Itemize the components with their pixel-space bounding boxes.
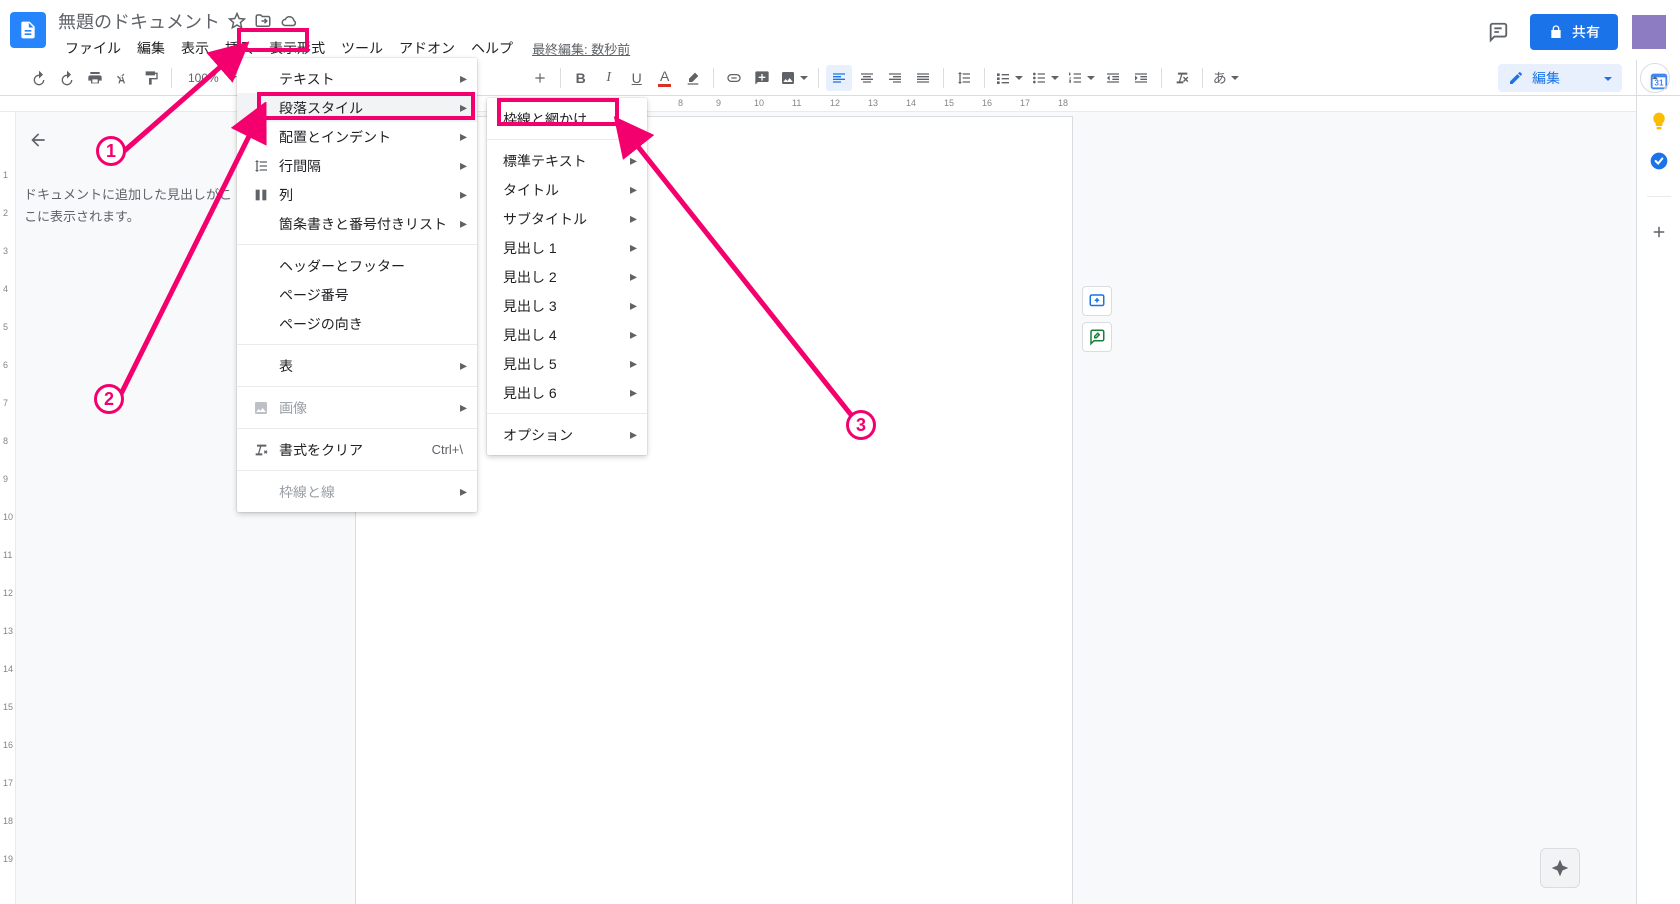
- toolbar-separator: [560, 68, 561, 88]
- share-button[interactable]: 共有: [1530, 14, 1618, 50]
- format-align-indent-item[interactable]: 配置とインデント▸: [237, 122, 477, 151]
- format-columns-item[interactable]: 列▸: [237, 180, 477, 209]
- menubar: ファイル 編集 表示 挿入 表示形式 ツール アドオン ヘルプ 最終編集: 数秒…: [58, 36, 1480, 60]
- heading-4-item[interactable]: 見出し 4▸: [487, 320, 647, 349]
- open-comments-button[interactable]: [1480, 14, 1516, 50]
- titlebar: 無題のドキュメント ファイル 編集 表示 挿入 表示形式 ツール アドオン ヘル…: [0, 0, 1680, 60]
- mode-label: 編集: [1532, 68, 1560, 88]
- account-avatar[interactable]: [1632, 15, 1666, 49]
- highlight-color-button[interactable]: [680, 65, 706, 91]
- borders-shading-item[interactable]: 枠線と網かけ: [487, 104, 647, 133]
- document-outline: ドキュメントに追加した見出しがここに表示されます。: [24, 126, 234, 228]
- toolbar-separator: [1161, 68, 1162, 88]
- redo-button[interactable]: [54, 65, 80, 91]
- options-item[interactable]: オプション▸: [487, 420, 647, 449]
- normal-text-item[interactable]: 標準テキスト▸: [487, 146, 647, 175]
- rail-separator: [1647, 196, 1671, 197]
- decrease-indent-button[interactable]: [1100, 65, 1126, 91]
- format-table-item[interactable]: 表▸: [237, 351, 477, 380]
- vertical-ruler[interactable]: 12345678910111213141516171819: [0, 112, 16, 904]
- align-justify-button[interactable]: [910, 65, 936, 91]
- menu-view[interactable]: 表示: [174, 35, 216, 61]
- heading-5-item[interactable]: 見出し 5▸: [487, 349, 647, 378]
- share-button-label: 共有: [1572, 22, 1600, 42]
- text-color-button[interactable]: A: [652, 65, 678, 91]
- outline-placeholder-text: ドキュメントに追加した見出しがここに表示されます。: [24, 184, 234, 228]
- docs-app-icon[interactable]: [10, 12, 46, 48]
- heading-1-item[interactable]: 見出し 1▸: [487, 233, 647, 262]
- format-paragraph-styles-item[interactable]: 段落スタイル▸: [237, 93, 477, 122]
- toolbar-separator: [943, 68, 944, 88]
- heading-3-item[interactable]: 見出し 3▸: [487, 291, 647, 320]
- spellcheck-button[interactable]: [110, 65, 136, 91]
- format-page-numbers-item[interactable]: ページ番号: [237, 280, 477, 309]
- line-spacing-button[interactable]: [951, 65, 977, 91]
- side-panel: 31: [1636, 60, 1680, 904]
- cloud-status-icon[interactable]: [280, 12, 298, 30]
- paint-format-button[interactable]: [138, 65, 164, 91]
- toolbar-separator: [984, 68, 985, 88]
- paragraph-styles-submenu: 枠線と網かけ 標準テキスト▸ タイトル▸ サブタイトル▸ 見出し 1▸ 見出し …: [487, 98, 647, 455]
- format-bullets-item[interactable]: 箇条書きと番号付きリスト▸: [237, 209, 477, 238]
- last-edit-link[interactable]: 最終編集: 数秒前: [532, 39, 630, 58]
- align-left-button[interactable]: [826, 65, 852, 91]
- checklist-button[interactable]: [992, 65, 1026, 91]
- numbered-list-button[interactable]: [1064, 65, 1098, 91]
- font-size-increase-button[interactable]: [527, 65, 553, 91]
- explore-button[interactable]: [1540, 848, 1580, 888]
- toolbar-separator: [818, 68, 819, 88]
- undo-button[interactable]: [26, 65, 52, 91]
- increase-indent-button[interactable]: [1128, 65, 1154, 91]
- title-item[interactable]: タイトル▸: [487, 175, 647, 204]
- clear-formatting-button[interactable]: [1169, 65, 1195, 91]
- move-folder-icon[interactable]: [254, 12, 272, 30]
- tasks-icon[interactable]: [1648, 150, 1670, 172]
- print-button[interactable]: [82, 65, 108, 91]
- toolbar-separator: [713, 68, 714, 88]
- format-borders-lines-item: 枠線と線▸: [237, 477, 477, 506]
- bulleted-list-button[interactable]: [1028, 65, 1062, 91]
- toolbar-separator: [1202, 68, 1203, 88]
- italic-button[interactable]: I: [596, 65, 622, 91]
- format-menu-dropdown: テキスト▸ 段落スタイル▸ 配置とインデント▸ 行間隔▸ 列▸ 箇条書きと番号付…: [237, 58, 477, 512]
- toolbar-separator: [171, 68, 172, 88]
- insert-comment-button[interactable]: [749, 65, 775, 91]
- subtitle-item[interactable]: サブタイトル▸: [487, 204, 647, 233]
- menu-file[interactable]: ファイル: [58, 35, 128, 61]
- add-addon-icon[interactable]: [1648, 221, 1670, 243]
- collapse-toolbar-button[interactable]: [1640, 63, 1670, 93]
- format-line-spacing-item[interactable]: 行間隔▸: [237, 151, 477, 180]
- heading-6-item[interactable]: 見出し 6▸: [487, 378, 647, 407]
- mode-switcher[interactable]: 編集: [1498, 64, 1622, 92]
- format-page-orientation-item[interactable]: ページの向き: [237, 309, 477, 338]
- format-clear-item[interactable]: 書式をクリアCtrl+\: [237, 435, 477, 464]
- suggest-edits-side-button[interactable]: [1082, 322, 1112, 352]
- underline-button[interactable]: U: [624, 65, 650, 91]
- keep-icon[interactable]: [1648, 110, 1670, 132]
- document-title[interactable]: 無題のドキュメント: [58, 8, 220, 34]
- add-comment-side-button[interactable]: [1082, 286, 1112, 316]
- zoom-dropdown[interactable]: 100%: [179, 65, 240, 91]
- insert-image-button[interactable]: [777, 65, 811, 91]
- format-text-item[interactable]: テキスト▸: [237, 64, 477, 93]
- format-image-item: 画像▸: [237, 393, 477, 422]
- input-tools-button[interactable]: あ: [1210, 65, 1242, 91]
- star-icon[interactable]: [228, 12, 246, 30]
- format-headers-footers-item[interactable]: ヘッダーとフッター: [237, 251, 477, 280]
- insert-link-button[interactable]: [721, 65, 747, 91]
- heading-2-item[interactable]: 見出し 2▸: [487, 262, 647, 291]
- bold-button[interactable]: B: [568, 65, 594, 91]
- align-right-button[interactable]: [882, 65, 908, 91]
- title-block: 無題のドキュメント ファイル 編集 表示 挿入 表示形式 ツール アドオン ヘル…: [58, 8, 1480, 60]
- page-side-buttons: [1082, 286, 1112, 352]
- menu-edit[interactable]: 編集: [130, 35, 172, 61]
- align-center-button[interactable]: [854, 65, 880, 91]
- outline-collapse-button[interactable]: [24, 126, 52, 154]
